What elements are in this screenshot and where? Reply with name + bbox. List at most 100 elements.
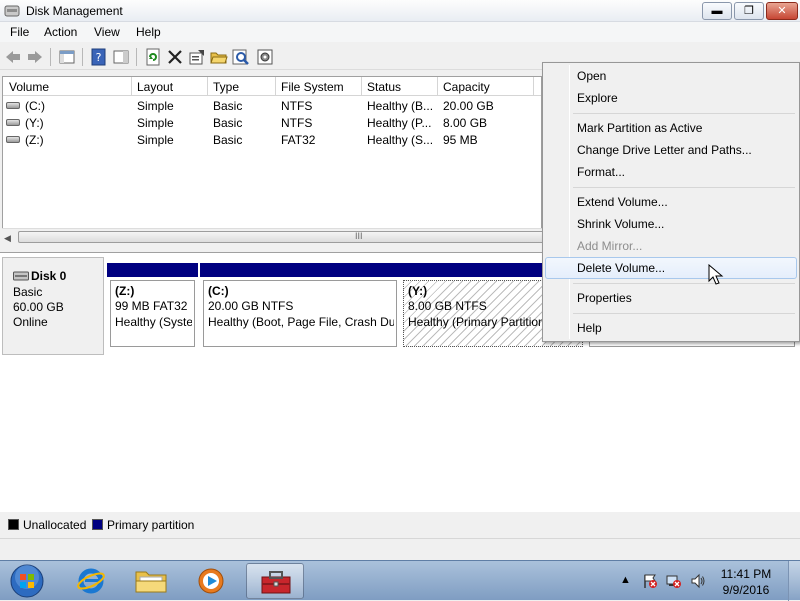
properties-icon[interactable] [188, 48, 206, 66]
menu-file[interactable]: File [10, 25, 29, 39]
taskbar-media-player[interactable] [182, 563, 240, 599]
partition-status: Healthy (System [115, 315, 192, 329]
menu-item-extend-volume[interactable]: Extend Volume... [545, 191, 797, 213]
table-row[interactable]: (C:) Simple Basic NTFS Healthy (B... 20.… [3, 97, 541, 114]
console-tree-icon[interactable] [58, 48, 76, 66]
scrollbar-thumb[interactable]: III [18, 231, 544, 243]
volume-cell: (Z:) [25, 133, 44, 147]
drive-icon [6, 119, 20, 126]
show-desktop-button[interactable] [788, 561, 800, 601]
menu-item-properties[interactable]: Properties [545, 287, 797, 309]
file-system-cell: NTFS [281, 116, 313, 130]
menu-item-delete-volume[interactable]: Delete Volume... [545, 257, 797, 279]
settings-icon[interactable] [256, 48, 274, 66]
scrollbar-grip: III [355, 231, 363, 241]
menu-item-explore[interactable]: Explore [545, 87, 797, 109]
unallocated-swatch [8, 519, 19, 530]
volume-list[interactable]: Volume Layout Type File System Status Ca… [2, 76, 542, 244]
horizontal-scrollbar[interactable]: ◀ III [2, 228, 544, 245]
volume-speaker-icon[interactable] [690, 573, 706, 589]
minimize-button[interactable]: ▬ [702, 2, 732, 20]
column-divider[interactable] [207, 77, 208, 96]
partition-c[interactable]: (C:) 20.00 GB NTFS Healthy (Boot, Page F… [200, 263, 400, 349]
folder-icon [135, 571, 167, 593]
search-icon[interactable] [232, 48, 250, 66]
help-icon[interactable]: ? [90, 48, 108, 66]
menu-item-help[interactable]: Help [545, 317, 797, 339]
start-button-icon[interactable] [8, 563, 46, 599]
show-hide-action-pane-icon[interactable] [112, 48, 130, 66]
column-divider[interactable] [437, 77, 438, 96]
column-header-capacity[interactable]: Capacity [443, 80, 490, 94]
menu-item-label: Mark Partition as Active [577, 121, 703, 135]
status-cell: Healthy (B... [367, 99, 434, 113]
disk-state: Online [13, 315, 48, 329]
status-cell: Healthy (S... [367, 133, 434, 147]
primary-partition-swatch [92, 519, 103, 530]
menu-item-label: Change Drive Letter and Paths... [577, 143, 752, 157]
status-cell: Healthy (P... [367, 116, 432, 130]
column-divider[interactable] [533, 77, 534, 96]
delete-icon[interactable] [166, 48, 184, 66]
menu-action[interactable]: Action [44, 25, 77, 39]
partition-z[interactable]: (Z:) 99 MB FAT32 Healthy (System [107, 263, 198, 349]
close-button[interactable]: ✕ [766, 2, 798, 20]
legend: Unallocated Primary partition [0, 514, 800, 536]
toolbar-separator [82, 48, 83, 66]
disk-info-panel[interactable]: Disk 0 Basic 60.00 GB Online [2, 257, 104, 355]
menu-item-label: Delete Volume... [577, 261, 666, 275]
clock-time[interactable]: 11:41 PM [706, 567, 786, 581]
primary-partition-bar [107, 263, 198, 277]
column-header-volume[interactable]: Volume [9, 80, 49, 94]
menu-item-label: Explore [577, 91, 618, 105]
menu-view[interactable]: View [94, 25, 120, 39]
network-icon[interactable] [666, 573, 682, 589]
toolbar-separator [50, 48, 51, 66]
type-cell: Basic [213, 99, 243, 113]
menu-item-change-drive-letter[interactable]: Change Drive Letter and Paths... [545, 139, 797, 161]
partition-status: Healthy (Boot, Page File, Crash Dur [208, 315, 394, 329]
menu-item-open[interactable]: Open [545, 65, 797, 87]
column-header-layout[interactable]: Layout [137, 80, 173, 94]
table-row[interactable]: (Z:) Simple Basic FAT32 Healthy (S... 95… [3, 131, 541, 148]
column-divider[interactable] [131, 77, 132, 96]
table-row[interactable]: (Y:) Simple Basic NTFS Healthy (P... 8.0… [3, 114, 541, 131]
column-header-status[interactable]: Status [367, 80, 401, 94]
maximize-button[interactable]: ❐ [734, 2, 764, 20]
forward-arrow-icon[interactable] [26, 48, 44, 66]
menu-help[interactable]: Help [136, 25, 161, 39]
menu-item-label: Shrink Volume... [577, 217, 665, 231]
menu-item-shrink-volume[interactable]: Shrink Volume... [545, 213, 797, 235]
menu-item-mark-active[interactable]: Mark Partition as Active [545, 117, 797, 139]
column-header-type[interactable]: Type [213, 80, 239, 94]
back-arrow-icon[interactable] [4, 48, 22, 66]
taskbar-internet-explorer[interactable] [62, 563, 120, 599]
action-center-flag-icon[interactable] [642, 573, 658, 589]
menu-item-label: Extend Volume... [577, 195, 668, 209]
menu-item-label: Help [577, 321, 602, 335]
layout-cell: Simple [137, 116, 174, 130]
title-bar: Disk Management ▬ ❐ ✕ [0, 0, 800, 22]
scroll-left-arrow-icon[interactable]: ◀ [4, 233, 11, 244]
layout-cell: Simple [137, 133, 174, 147]
status-bar [0, 538, 800, 560]
taskbar-disk-management[interactable] [246, 563, 304, 599]
disk-icon [13, 271, 29, 281]
menu-separator [573, 283, 795, 284]
column-divider[interactable] [275, 77, 276, 96]
taskbar-file-explorer[interactable] [122, 563, 180, 599]
partition-size: 20.00 GB NTFS [208, 299, 294, 313]
tray-overflow-arrow-icon[interactable]: ▲ [620, 574, 636, 590]
column-divider[interactable] [361, 77, 362, 96]
volume-cell: (C:) [25, 99, 45, 113]
refresh-icon[interactable] [144, 48, 162, 66]
column-header-file-system[interactable]: File System [281, 80, 344, 94]
drive-icon [6, 102, 20, 109]
partition-body: (Z:) 99 MB FAT32 Healthy (System [110, 280, 195, 347]
capacity-cell: 95 MB [443, 133, 478, 147]
menu-item-format[interactable]: Format... [545, 161, 797, 183]
list-header: Volume Layout Type File System Status Ca… [3, 77, 541, 96]
layout-cell: Simple [137, 99, 174, 113]
open-folder-icon[interactable] [210, 48, 228, 66]
clock-date[interactable]: 9/9/2016 [706, 583, 786, 597]
